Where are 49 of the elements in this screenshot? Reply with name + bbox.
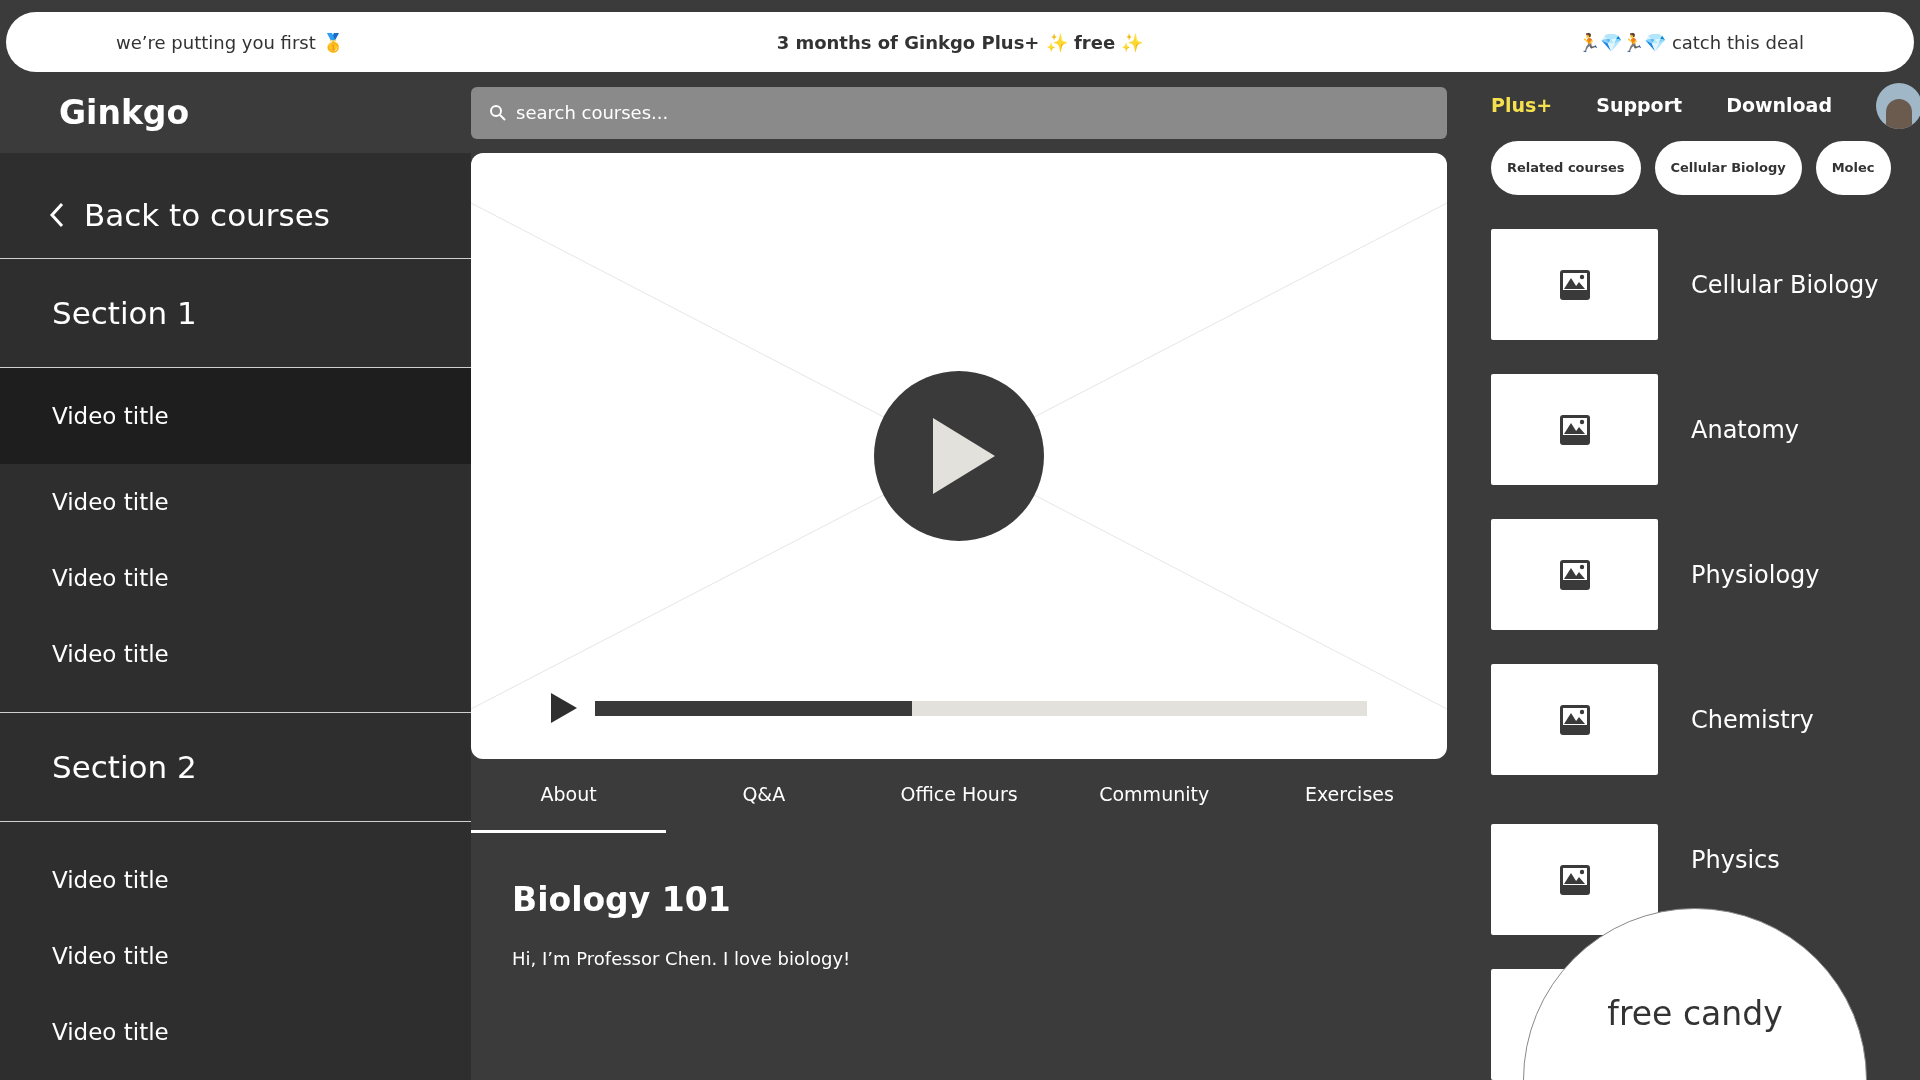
promo-dialog[interactable]: free candy xyxy=(1523,908,1867,1080)
course-name[interactable]: Cellular Biology xyxy=(1691,266,1879,303)
course-chip[interactable]: Cellular Biology xyxy=(1654,141,1802,195)
course-title: Biology 101 xyxy=(512,879,732,921)
image-icon xyxy=(1558,558,1591,591)
tab[interactable]: Q&A xyxy=(666,759,862,833)
video-item[interactable]: Video title xyxy=(0,994,471,1070)
promo-headline: 3 months of Ginkgo Plus+ ✨ free ✨ xyxy=(776,30,1144,55)
play-icon xyxy=(933,418,995,494)
course-description: Hi, I’m Professor Chen. I love biology! xyxy=(512,946,852,971)
video-item[interactable]: Video title xyxy=(0,616,471,692)
course-thumbnail[interactable] xyxy=(1491,824,1658,935)
video-item[interactable]: Video title xyxy=(0,842,471,918)
play-icon[interactable] xyxy=(551,693,577,723)
promo-text: we’re putting you first 🥇 xyxy=(116,30,344,55)
course-chip[interactable]: Related courses xyxy=(1491,141,1641,195)
chevron-left-icon xyxy=(48,200,66,230)
course-name[interactable]: Chemistry xyxy=(1691,701,1814,738)
tab[interactable]: About xyxy=(471,759,667,833)
image-icon xyxy=(1558,863,1591,896)
image-icon xyxy=(1558,268,1591,301)
video-item[interactable]: Video title xyxy=(0,368,471,464)
course-thumbnail[interactable] xyxy=(1491,664,1658,775)
nav-link[interactable]: Support xyxy=(1596,91,1683,120)
image-icon xyxy=(1558,703,1591,736)
course-name[interactable]: Physics xyxy=(1691,841,1780,878)
image-icon xyxy=(1558,413,1591,446)
promo-link[interactable]: 🏃💎🏃💎 catch this deal xyxy=(1578,28,1804,56)
course-thumbnail[interactable] xyxy=(1491,374,1658,485)
tab[interactable]: Exercises xyxy=(1251,759,1447,833)
progress-track[interactable] xyxy=(595,700,1367,716)
course-thumbnail[interactable] xyxy=(1491,519,1658,630)
video-item[interactable]: Video title xyxy=(0,918,471,994)
course-chip[interactable]: Molec xyxy=(1815,141,1891,195)
nav-link[interactable]: Plus+ xyxy=(1491,91,1553,120)
nav-link[interactable]: Download xyxy=(1726,91,1833,120)
avatar[interactable] xyxy=(1876,82,1920,129)
section-title[interactable]: Section 1 xyxy=(52,289,197,337)
video-item[interactable]: Video title xyxy=(0,464,471,540)
course-thumbnail[interactable] xyxy=(1491,229,1658,340)
tab[interactable]: Office Hours xyxy=(861,759,1057,833)
video-item[interactable]: Video title xyxy=(0,540,471,616)
course-name[interactable]: Anatomy xyxy=(1691,411,1799,448)
tab[interactable]: Community xyxy=(1056,759,1252,833)
search-icon xyxy=(489,103,507,122)
logo[interactable]: Ginkgo xyxy=(59,87,190,138)
course-name[interactable]: Physiology xyxy=(1691,556,1820,593)
section-title[interactable]: Section 2 xyxy=(52,743,197,791)
search-field[interactable]: search courses... xyxy=(471,86,1447,139)
